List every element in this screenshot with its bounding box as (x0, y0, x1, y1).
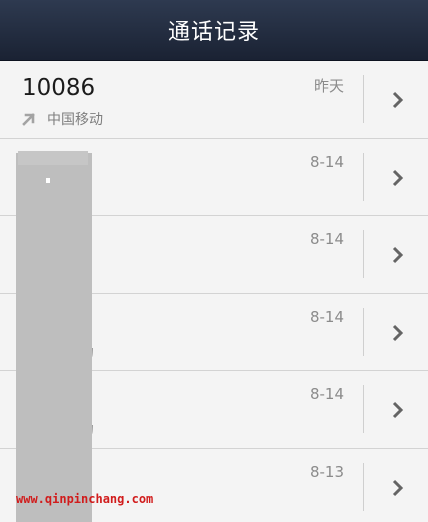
call-detail-button[interactable] (384, 316, 412, 350)
watermark-text: www.qinpinchang.com (16, 492, 154, 506)
call-date: 8-14 (309, 152, 344, 171)
call-detail-button[interactable] (384, 238, 412, 272)
title-bar: 通话记录 (0, 0, 428, 61)
chevron-right-icon (392, 479, 404, 496)
call-date: 8-14 (309, 385, 344, 403)
redaction-mark (46, 178, 50, 183)
row-divider (363, 75, 364, 123)
outgoing-call-icon (22, 112, 36, 126)
call-detail-button[interactable] (384, 393, 412, 427)
page-title: 通话记录 (167, 20, 260, 45)
call-date: 昨天 (313, 77, 344, 95)
chevron-right-icon (392, 246, 404, 264)
call-date: 8-13 (309, 462, 344, 481)
chevron-right-icon (392, 401, 404, 419)
call-detail-button[interactable] (384, 161, 412, 195)
chevron-right-icon (392, 169, 404, 186)
row-divider (363, 230, 364, 278)
call-log-row[interactable]: 10086 中国移动 昨天 (0, 61, 428, 139)
call-info: 中国移动 (22, 109, 103, 129)
chevron-right-icon (392, 324, 404, 341)
call-detail-button[interactable] (384, 83, 412, 117)
call-detail-button[interactable] (384, 471, 412, 505)
call-carrier: 中国移动 (47, 112, 103, 128)
call-date: 8-14 (309, 307, 344, 326)
row-divider (363, 307, 364, 356)
row-divider (363, 462, 364, 511)
redaction-block-top (18, 151, 88, 165)
redaction-block (16, 153, 92, 522)
call-date: 8-14 (309, 230, 344, 248)
chevron-right-icon (392, 91, 404, 109)
call-number: 10086 (22, 75, 96, 101)
row-divider (363, 152, 364, 201)
row-divider (363, 385, 364, 433)
